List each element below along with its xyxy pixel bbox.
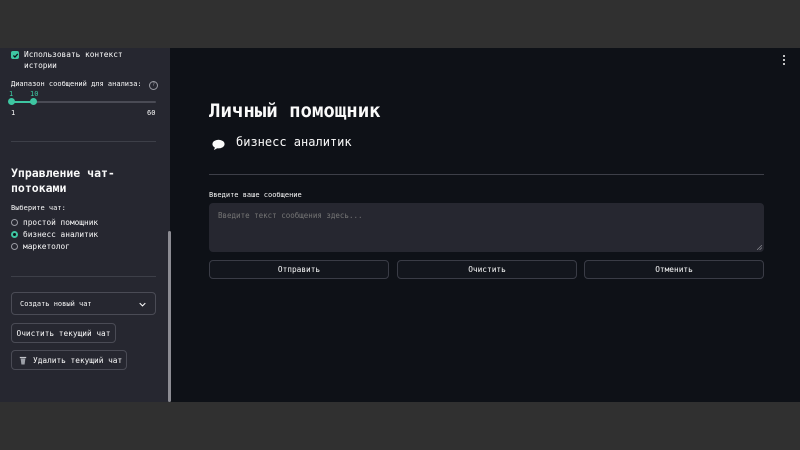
section-title: Управление чат-потоками — [11, 166, 115, 195]
delete-current-chat-button[interactable]: Удалить текущий чат — [11, 350, 127, 370]
send-button-label: Отправить — [277, 265, 321, 274]
clear-current-chat-button[interactable]: Очистить текущий чат — [11, 323, 116, 343]
send-button[interactable]: Отправить — [209, 260, 389, 279]
slider-handle-high[interactable] — [30, 98, 37, 105]
message-input-label: Введите ваше сообщение — [209, 191, 302, 199]
page-title: Личный помощник — [209, 100, 381, 122]
delete-current-chat-label: Удалить текущий чат — [33, 355, 123, 365]
page-subtitle: бизнесс аналитик — [236, 135, 352, 149]
main-divider — [209, 174, 764, 175]
radio-chat-analyst[interactable] — [11, 231, 18, 238]
resize-handle-icon[interactable] — [757, 245, 762, 250]
radio-chat-simple[interactable] — [11, 219, 18, 226]
sidebar: Использовать контекст истории Диапазон с… — [0, 48, 170, 402]
radio-chat-simple-label[interactable]: простой помощник — [23, 217, 98, 228]
slider-max-label: 60 — [147, 109, 156, 117]
sidebar-divider-2 — [11, 276, 156, 277]
radio-chat-marketer-label[interactable]: маркетолог — [23, 241, 70, 252]
radio-chat-analyst-label[interactable]: бизнесс аналитик — [23, 229, 98, 240]
check-icon — [12, 53, 18, 58]
speech-bubble-icon — [212, 136, 225, 155]
radio-chat-marketer[interactable] — [11, 243, 18, 250]
message-input[interactable] — [209, 203, 764, 252]
cancel-button[interactable]: Отменить — [584, 260, 764, 279]
help-icon[interactable]: ? — [149, 81, 158, 90]
app-window: Использовать контекст истории Диапазон с… — [0, 48, 800, 402]
slider-label: Диапазон сообщений для анализа: — [11, 80, 142, 88]
menu-kebab-icon[interactable] — [780, 55, 788, 65]
slider-handle-low[interactable] — [8, 98, 15, 105]
slider-min-label: 1 — [11, 109, 16, 117]
clear-button-label: Очистить — [468, 265, 506, 274]
clear-button[interactable]: Очистить — [397, 260, 577, 279]
choose-chat-label: Выберите чат: — [11, 204, 66, 212]
use-context-checkbox[interactable] — [11, 51, 19, 59]
create-chat-select[interactable]: Создать новый чат — [11, 292, 156, 315]
main-content: Личный помощник бизнесс аналитик Введите… — [171, 48, 800, 402]
trash-icon — [19, 356, 27, 364]
create-chat-select-value: Создать новый чат — [20, 299, 92, 308]
sidebar-divider — [11, 141, 156, 142]
clear-current-chat-label: Очистить текущий чат — [16, 328, 111, 338]
cancel-button-label: Отменить — [655, 265, 693, 274]
use-context-label: Использовать контекст истории — [24, 50, 123, 70]
chevron-down-icon — [139, 302, 146, 307]
